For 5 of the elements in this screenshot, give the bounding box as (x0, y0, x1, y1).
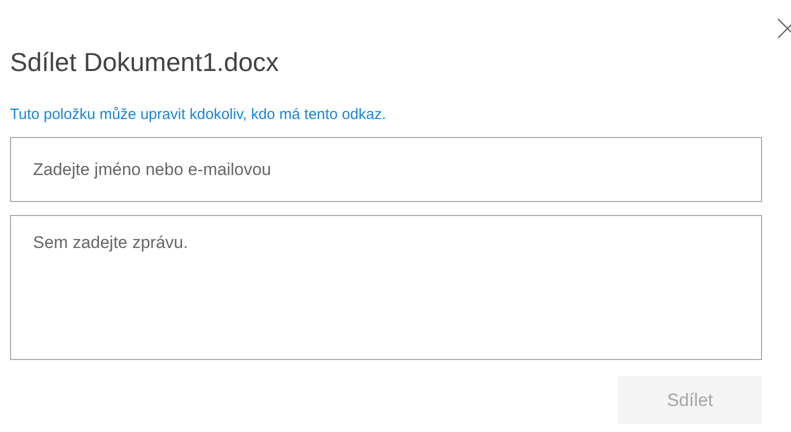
dialog-title: Sdílet Dokument1.docx (10, 46, 280, 79)
close-icon[interactable] (777, 18, 791, 38)
link-notice: Tuto položku může upravit kdokoliv, kdo má tento odkaz. (10, 105, 386, 125)
recipient-field[interactable]: Zadejte jméno nebo e-mailovou (10, 137, 762, 202)
message-field[interactable]: Sem zadejte zprávu. (10, 215, 762, 360)
